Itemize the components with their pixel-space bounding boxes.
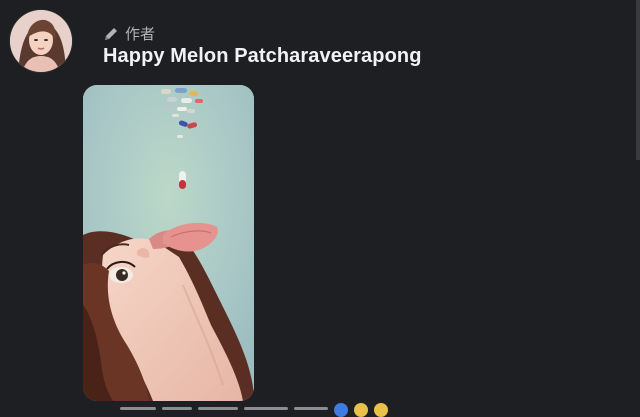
pencil-icon [103,26,119,42]
scrollbar[interactable] [636,0,640,160]
author-avatar[interactable] [10,10,72,72]
post-image[interactable] [83,85,254,401]
caption-preview [120,403,388,417]
author-name-link[interactable]: Happy Melon Patcharaveerapong [103,45,422,68]
author-badge: 作者 [103,23,155,44]
author-badge-label: 作者 [125,26,156,43]
